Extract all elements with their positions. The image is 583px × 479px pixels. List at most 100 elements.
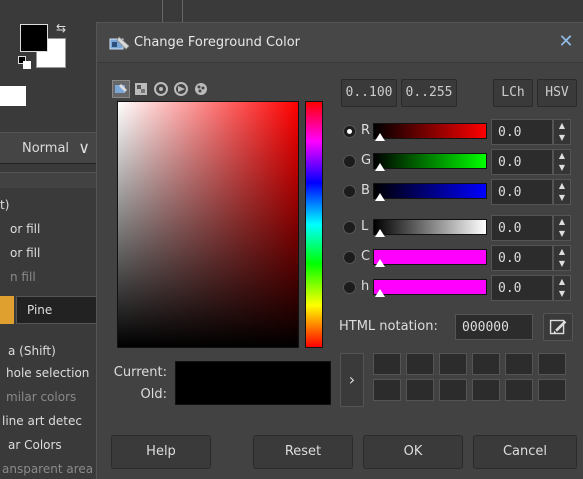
- spin-arrows-icon[interactable]: ▲ ▼: [553, 119, 571, 145]
- spin-arrows-icon[interactable]: ▲ ▼: [553, 215, 571, 241]
- option-text[interactable]: ar Colors: [8, 438, 62, 452]
- lch-button[interactable]: LCh: [493, 79, 533, 107]
- spin-arrows-icon[interactable]: ▲ ▼: [553, 275, 571, 301]
- current-old-color-preview: [175, 361, 331, 405]
- help-button[interactable]: Help: [111, 435, 211, 469]
- spin-arrows-icon[interactable]: ▲ ▼: [553, 245, 571, 271]
- color-history-grid: [373, 353, 566, 401]
- chevron-down-icon: ∨: [78, 138, 90, 157]
- html-notation-input[interactable]: 000000: [455, 314, 533, 340]
- channel-value-h[interactable]: 0.0: [491, 275, 553, 301]
- pattern-swatch[interactable]: [0, 296, 14, 324]
- add-to-history-button[interactable]: ›: [340, 353, 364, 407]
- tool-preview-bar: [0, 86, 26, 106]
- channel-slider-b[interactable]: [373, 183, 487, 199]
- option-text[interactable]: or fill: [10, 246, 40, 260]
- option-text[interactable]: or fill: [10, 222, 40, 236]
- foreground-color-swatch[interactable]: [20, 24, 48, 52]
- hue-strip[interactable]: [305, 101, 323, 348]
- option-text: a (Shift): [8, 344, 56, 358]
- channel-radio-r[interactable]: [343, 125, 356, 138]
- history-swatch[interactable]: [439, 379, 467, 401]
- channel-label-r: R: [361, 123, 371, 138]
- option-text[interactable]: hole selection: [6, 366, 89, 380]
- divider: [162, 0, 163, 22]
- history-swatch[interactable]: [505, 379, 533, 401]
- channel-radio-h[interactable]: [343, 281, 356, 294]
- cancel-button[interactable]: Cancel: [473, 435, 577, 469]
- change-foreground-color-dialog: Change Foreground Color ✕ 0..100 0..255 …: [96, 22, 583, 479]
- channel-label-b: B: [361, 183, 370, 198]
- history-swatch[interactable]: [439, 353, 467, 375]
- saturation-value-square[interactable]: [117, 101, 299, 348]
- channel-radio-c[interactable]: [343, 251, 356, 264]
- channel-radio-b[interactable]: [343, 185, 356, 198]
- slider-marker-icon[interactable]: [375, 163, 385, 171]
- channel-slider-g[interactable]: [373, 153, 487, 169]
- channel-row-r: R 0.0 ▲ ▼: [337, 119, 577, 145]
- range-0-255-button[interactable]: 0..255: [401, 79, 457, 107]
- channel-label-c: C: [361, 249, 371, 264]
- channel-value-b[interactable]: 0.0: [491, 179, 553, 205]
- ok-button[interactable]: OK: [363, 435, 463, 469]
- channel-row-h: h 0.0 ▲ ▼: [337, 275, 577, 301]
- fg-bg-color-widget[interactable]: ⇆: [18, 22, 72, 74]
- default-colors-icon[interactable]: [18, 56, 32, 70]
- range-0-100-button[interactable]: 0..100: [341, 79, 397, 107]
- history-swatch[interactable]: [373, 353, 401, 375]
- channel-value-g[interactable]: 0.0: [491, 149, 553, 175]
- cmyk-selector-icon[interactable]: [133, 81, 149, 97]
- hsv-button[interactable]: HSV: [537, 79, 577, 107]
- channel-label-g: G: [361, 153, 372, 168]
- eyedropper-icon: [549, 319, 567, 335]
- option-text[interactable]: ansparent area: [2, 462, 93, 476]
- swap-colors-icon[interactable]: ⇆: [56, 22, 66, 34]
- wheel-selector-icon[interactable]: [153, 81, 169, 97]
- reset-button[interactable]: Reset: [253, 435, 353, 469]
- history-swatch[interactable]: [472, 353, 500, 375]
- history-swatch[interactable]: [406, 353, 434, 375]
- option-text[interactable]: line art detec: [2, 414, 82, 428]
- option-text[interactable]: milar colors: [6, 390, 76, 404]
- channel-value-r[interactable]: 0.0: [491, 119, 553, 145]
- channel-value-c[interactable]: 0.0: [491, 245, 553, 271]
- divider: [182, 0, 183, 22]
- triangle-selector-icon[interactable]: [173, 81, 189, 97]
- spin-arrows-icon[interactable]: ▲ ▼: [553, 179, 571, 205]
- old-color-label: Old:: [140, 387, 167, 402]
- channel-slider-h[interactable]: [373, 279, 487, 295]
- mode-dropdown-label: Normal: [22, 141, 70, 156]
- watercolor-selector-icon[interactable]: [193, 81, 209, 97]
- channel-radio-g[interactable]: [343, 155, 356, 168]
- slider-marker-icon[interactable]: [375, 133, 385, 141]
- dialog-titlebar[interactable]: Change Foreground Color ✕: [97, 23, 583, 63]
- channel-label-h: h: [361, 279, 370, 294]
- history-swatch[interactable]: [538, 353, 566, 375]
- color-selector-tabs: [112, 80, 209, 98]
- current-color-label: Current:: [113, 365, 167, 380]
- channel-row-l: L 0.0 ▲ ▼: [337, 215, 577, 241]
- history-swatch[interactable]: [538, 379, 566, 401]
- channel-slider-c[interactable]: [373, 249, 487, 265]
- mode-dropdown[interactable]: Normal ∨: [0, 132, 100, 164]
- close-icon[interactable]: ✕: [555, 31, 577, 53]
- gimp-selector-icon[interactable]: [112, 80, 130, 98]
- slider-marker-icon[interactable]: [375, 229, 385, 237]
- channel-slider-r[interactable]: [373, 123, 487, 139]
- pattern-name-field[interactable]: Pine: [16, 296, 100, 324]
- history-swatch[interactable]: [406, 379, 434, 401]
- slider-marker-icon[interactable]: [375, 259, 385, 267]
- spin-arrows-icon[interactable]: ▲ ▼: [553, 149, 571, 175]
- background-toolbox: ⇆ Normal ∨ t) or fill or fill n fill Pin…: [0, 0, 100, 479]
- history-swatch[interactable]: [373, 379, 401, 401]
- slider-marker-icon[interactable]: [375, 193, 385, 201]
- channel-row-g: G 0.0 ▲ ▼: [337, 149, 577, 175]
- channel-value-l[interactable]: 0.0: [491, 215, 553, 241]
- history-swatch[interactable]: [505, 353, 533, 375]
- history-swatch[interactable]: [472, 379, 500, 401]
- channel-radio-l[interactable]: [343, 221, 356, 234]
- color-picker-button[interactable]: [543, 313, 573, 341]
- option-text[interactable]: n fill: [10, 270, 36, 284]
- channel-slider-l[interactable]: [373, 219, 487, 235]
- slider-marker-icon[interactable]: [375, 289, 385, 297]
